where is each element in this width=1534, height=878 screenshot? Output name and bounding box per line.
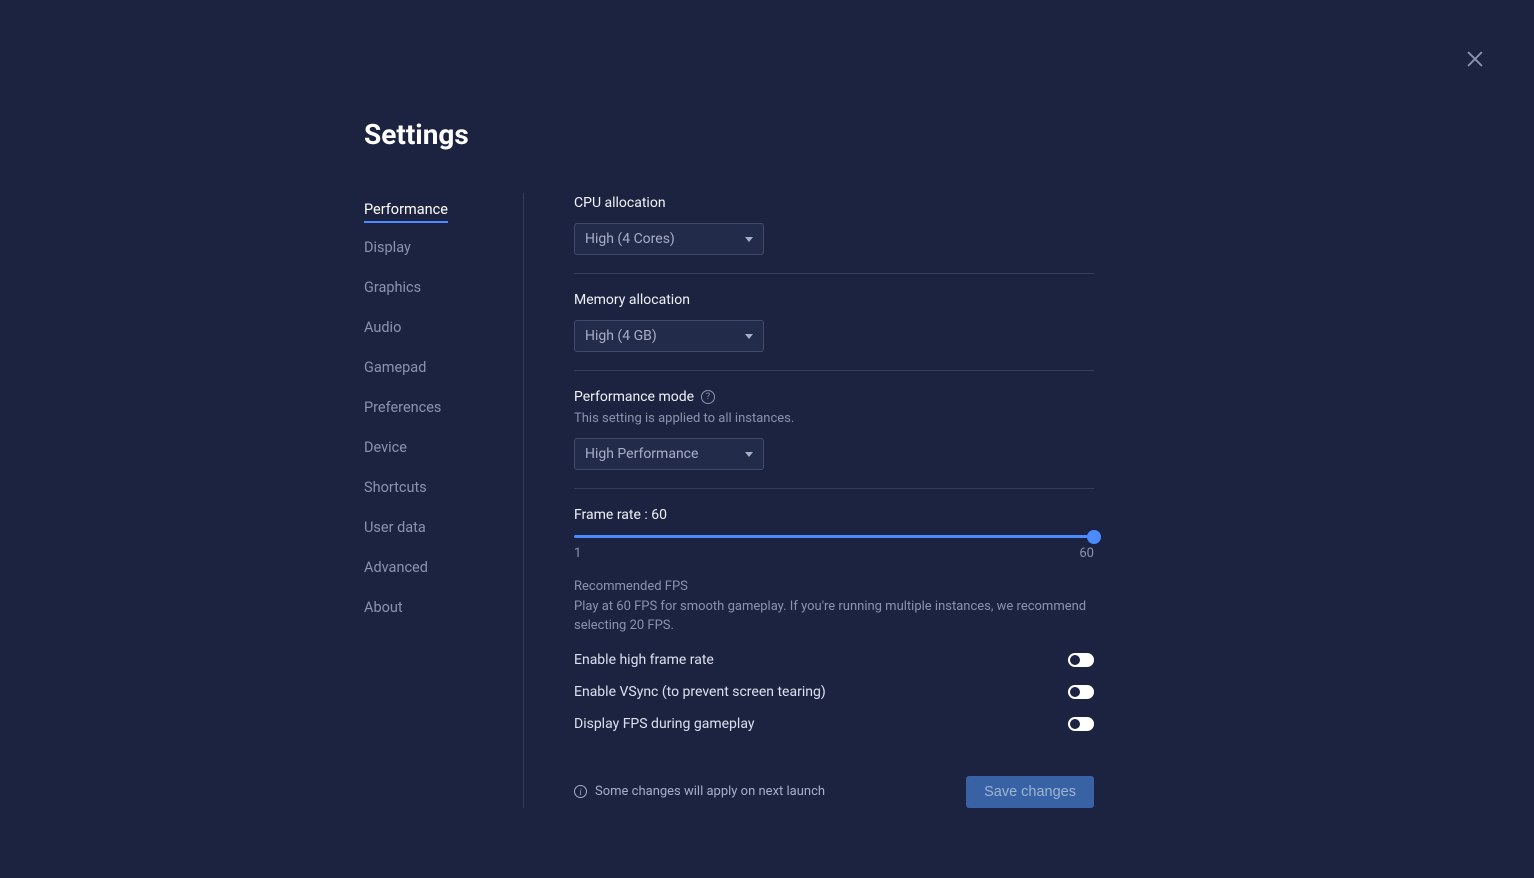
help-icon[interactable]: ? <box>701 390 715 404</box>
content-panel: CPU allocation High (4 Cores) Memory all… <box>574 193 1094 808</box>
footer-note: i Some changes will apply on next launch <box>574 784 825 799</box>
sidebar-item-about[interactable]: About <box>364 593 403 623</box>
performance-mode-label: Performance mode ? <box>574 389 1094 405</box>
sidebar-item-audio[interactable]: Audio <box>364 313 401 343</box>
divider <box>574 488 1094 489</box>
frame-rate-max: 60 <box>1079 546 1094 561</box>
display-fps-toggle[interactable] <box>1068 717 1094 731</box>
page-title: Settings <box>364 118 1094 151</box>
slider-thumb[interactable] <box>1087 530 1101 544</box>
sidebar-item-user-data[interactable]: User data <box>364 513 426 543</box>
frame-rate-slider[interactable] <box>574 535 1094 538</box>
chevron-down-icon <box>745 334 753 339</box>
close-icon[interactable] <box>1464 48 1486 70</box>
enable-vsync-toggle[interactable] <box>1068 685 1094 699</box>
sidebar-item-device[interactable]: Device <box>364 433 407 463</box>
performance-mode-select[interactable]: High Performance <box>574 438 764 470</box>
frame-rate-min: 1 <box>574 546 581 561</box>
memory-allocation-select[interactable]: High (4 GB) <box>574 320 764 352</box>
performance-mode-label-text: Performance mode <box>574 389 694 405</box>
enable-high-frame-rate-label: Enable high frame rate <box>574 652 714 668</box>
recommended-fps-title: Recommended FPS <box>574 579 1094 594</box>
save-changes-button[interactable]: Save changes <box>966 776 1094 808</box>
performance-mode-value: High Performance <box>585 446 698 462</box>
sidebar-item-performance[interactable]: Performance <box>364 195 448 223</box>
memory-allocation-value: High (4 GB) <box>585 328 657 344</box>
divider <box>574 273 1094 274</box>
cpu-allocation-label: CPU allocation <box>574 195 1094 211</box>
footer-note-text: Some changes will apply on next launch <box>595 784 825 799</box>
cpu-allocation-value: High (4 Cores) <box>585 231 675 247</box>
sidebar-item-advanced[interactable]: Advanced <box>364 553 428 583</box>
chevron-down-icon <box>745 237 753 242</box>
divider <box>574 370 1094 371</box>
sidebar-item-preferences[interactable]: Preferences <box>364 393 441 423</box>
enable-high-frame-rate-toggle[interactable] <box>1068 653 1094 667</box>
performance-mode-note: This setting is applied to all instances… <box>574 411 1094 426</box>
sidebar-item-gamepad[interactable]: Gamepad <box>364 353 426 383</box>
frame-rate-label: Frame rate : 60 <box>574 507 1094 523</box>
memory-allocation-label: Memory allocation <box>574 292 1094 308</box>
display-fps-label: Display FPS during gameplay <box>574 716 754 732</box>
chevron-down-icon <box>745 452 753 457</box>
sidebar-item-display[interactable]: Display <box>364 233 411 263</box>
cpu-allocation-select[interactable]: High (4 Cores) <box>574 223 764 255</box>
sidebar: Performance Display Graphics Audio Gamep… <box>364 193 524 808</box>
info-icon: i <box>574 785 587 798</box>
sidebar-item-shortcuts[interactable]: Shortcuts <box>364 473 427 503</box>
sidebar-item-graphics[interactable]: Graphics <box>364 273 421 303</box>
enable-vsync-label: Enable VSync (to prevent screen tearing) <box>574 684 826 700</box>
recommended-fps-body: Play at 60 FPS for smooth gameplay. If y… <box>574 598 1094 636</box>
